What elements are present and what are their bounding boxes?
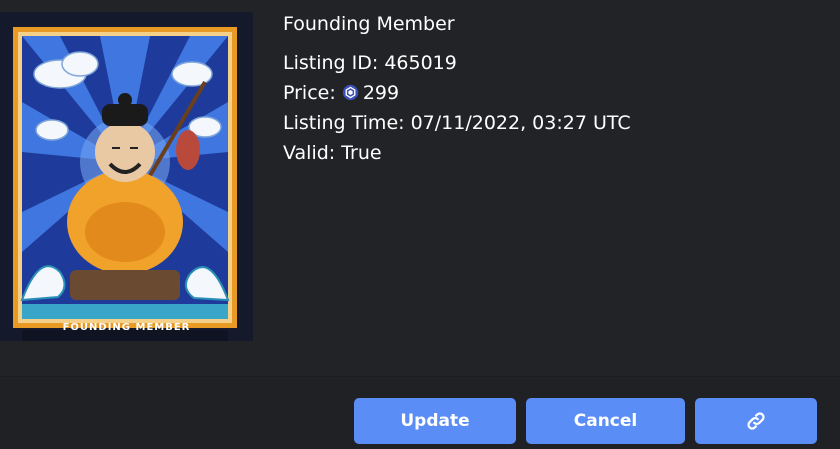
- update-button[interactable]: Update: [354, 398, 516, 444]
- nft-card-image: FOUNDING MEMBER: [0, 12, 253, 341]
- listing-time-value: 07/11/2022, 03:27 UTC: [410, 112, 631, 134]
- listing-time-row: Listing Time: 07/11/2022, 03:27 UTC: [283, 108, 631, 138]
- price-value: 299: [362, 82, 400, 104]
- listing-title: Founding Member: [283, 13, 455, 35]
- nft-artwork: [0, 12, 253, 341]
- listing-time-label: Listing Time:: [283, 112, 405, 134]
- valid-value: True: [341, 142, 382, 164]
- price-row: Price: 299: [283, 78, 631, 108]
- cancel-button[interactable]: Cancel: [526, 398, 685, 444]
- listing-id-label: Listing ID:: [283, 52, 379, 74]
- card-caption: FOUNDING MEMBER: [62, 322, 191, 333]
- copy-link-button[interactable]: [695, 398, 817, 444]
- listing-id-row: Listing ID: 465019: [283, 48, 631, 78]
- listing-details: Founding Member Listing ID: 465019 Price…: [283, 12, 631, 168]
- valid-label: Valid:: [283, 142, 336, 164]
- link-icon: [747, 412, 765, 430]
- valid-row: Valid: True: [283, 138, 631, 168]
- cronos-coin-icon: [342, 84, 358, 101]
- price-label: Price:: [283, 82, 336, 104]
- listing-id-value: 465019: [384, 52, 457, 74]
